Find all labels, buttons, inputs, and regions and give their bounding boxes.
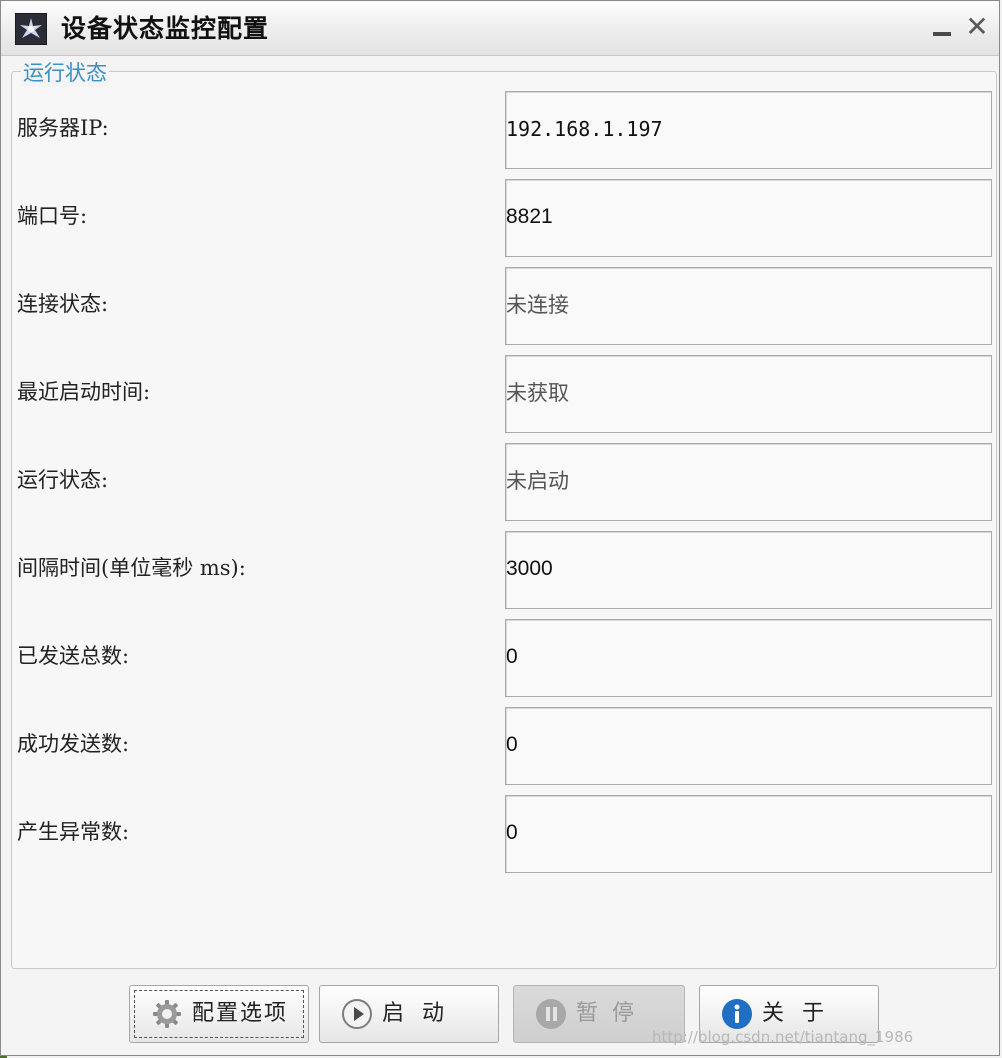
run-status-field[interactable]: 未启动 [505, 443, 992, 521]
config-options-label: 配置选项 [192, 1001, 289, 1026]
success-sent-label: 成功发送数: [17, 732, 130, 756]
total-sent-field[interactable]: 0 [505, 619, 992, 697]
window-title: 设备状态监控配置 [61, 14, 270, 43]
connection-status-label: 连接状态: [17, 292, 109, 316]
success-sent-field[interactable]: 0 [505, 707, 992, 785]
field-row-total-sent: 已发送总数: 0 [1, 619, 1001, 697]
total-sent-value: 0 [506, 645, 518, 668]
start-button[interactable]: 启动 [319, 985, 499, 1043]
start-label: 启动 [382, 1001, 463, 1026]
app-logo-icon [15, 13, 47, 45]
connection-status-value: 未连接 [506, 293, 569, 317]
exception-count-field[interactable]: 0 [505, 795, 992, 873]
port-value: 8821 [506, 205, 553, 228]
about-label: 关于 [762, 1001, 843, 1026]
interval-field[interactable]: 3000 [505, 531, 992, 609]
field-row-success-sent: 成功发送数: 0 [1, 707, 1001, 785]
info-icon [720, 997, 754, 1031]
run-status-value: 未启动 [506, 469, 569, 493]
field-row-run-status: 运行状态: 未启动 [1, 443, 1001, 521]
total-sent-label: 已发送总数: [17, 644, 130, 668]
last-start-time-label: 最近启动时间: [17, 380, 151, 404]
field-row-connection-status: 连接状态: 未连接 [1, 267, 1001, 345]
field-row-last-start-time: 最近启动时间: 未获取 [1, 355, 1001, 433]
last-start-time-value: 未获取 [506, 381, 569, 405]
success-sent-value: 0 [506, 733, 518, 756]
connection-status-field[interactable]: 未连接 [505, 267, 992, 345]
gear-icon [150, 997, 184, 1031]
exception-count-label: 产生异常数: [17, 820, 130, 844]
close-icon: ✕ [965, 10, 989, 43]
port-label: 端口号: [17, 204, 88, 228]
minimize-button[interactable] [929, 13, 955, 41]
watermark-text: http://blog.csdn.net/tiantang_1986 [652, 1028, 914, 1046]
server-ip-value: 192.168.1.197 [506, 117, 663, 141]
main-window: 设备状态监控配置 ✕ 运行状态 服务器IP: 192.168.1.197 端口号… [0, 0, 1000, 1056]
server-ip-label: 服务器IP: [17, 116, 109, 140]
run-status-label: 运行状态: [17, 468, 109, 492]
field-row-port: 端口号: 8821 [1, 179, 1001, 257]
server-ip-field[interactable]: 192.168.1.197 [505, 91, 992, 169]
field-row-exception-count: 产生异常数: 0 [1, 795, 1001, 873]
last-start-time-field[interactable]: 未获取 [505, 355, 992, 433]
groupbox-legend: 运行状态 [21, 59, 109, 87]
pause-icon [534, 997, 568, 1031]
interval-label: 间隔时间(单位毫秒 ms): [17, 556, 246, 580]
minimize-icon [933, 32, 951, 36]
play-icon [340, 997, 374, 1031]
exception-count-value: 0 [506, 821, 518, 844]
pause-label: 暂停 [576, 1001, 649, 1026]
title-bar[interactable]: 设备状态监控配置 ✕ [1, 1, 999, 56]
port-field[interactable]: 8821 [505, 179, 992, 257]
field-row-server-ip: 服务器IP: 192.168.1.197 [1, 91, 1001, 169]
close-button[interactable]: ✕ [964, 13, 990, 41]
interval-value: 3000 [506, 557, 553, 580]
config-options-button[interactable]: 配置选项 [129, 985, 309, 1043]
field-row-interval: 间隔时间(单位毫秒 ms): 3000 [1, 531, 1001, 609]
